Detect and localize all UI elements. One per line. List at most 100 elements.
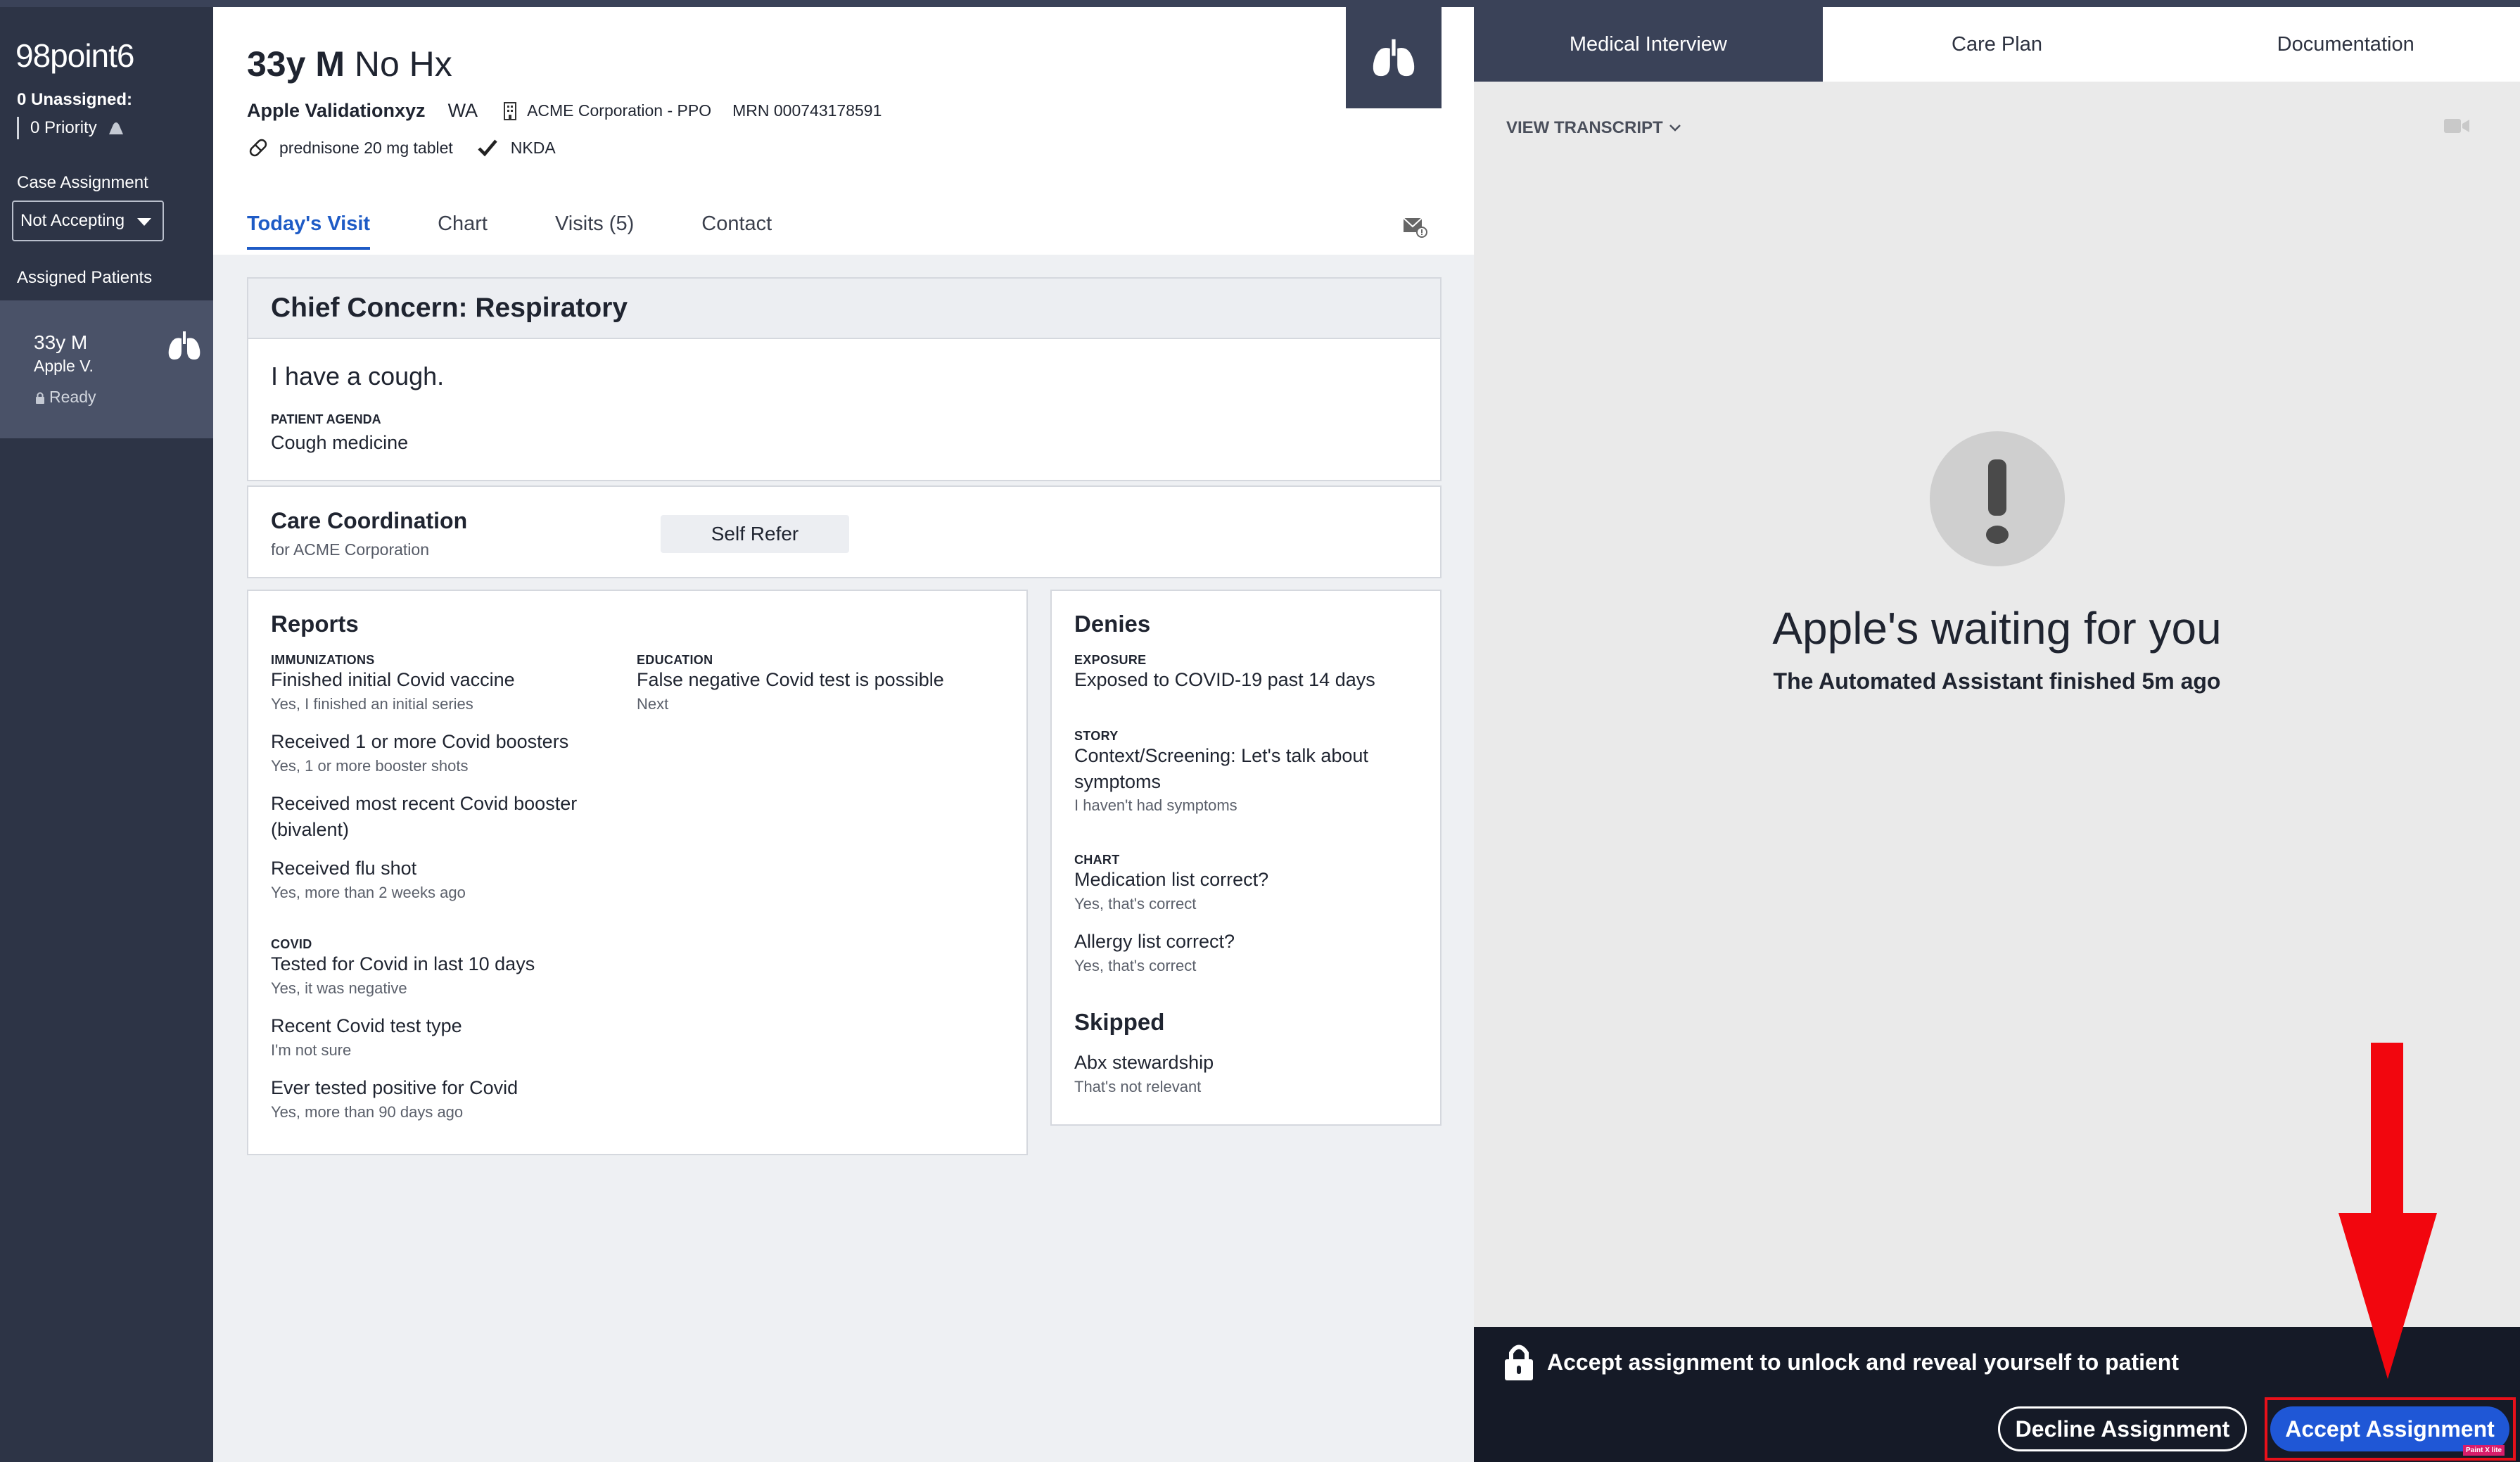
denies-title: Denies — [1074, 611, 1151, 637]
bell-icon — [108, 122, 123, 134]
skipped-answer: That's not relevant — [1074, 1078, 1202, 1095]
video-camera-icon[interactable] — [2443, 115, 2470, 136]
right-panel-tabs: Medical Interview Care Plan Documentatio… — [1474, 7, 2520, 82]
alert-mark-dot — [1986, 526, 2009, 544]
patient-meds-row: prednisone 20 mg tablet NKDA — [247, 136, 556, 159]
patient-state: WA — [447, 100, 478, 121]
tab-todays-visit[interactable]: Today's Visit — [247, 212, 371, 250]
denies-question: Allergy list correct? — [1074, 931, 1235, 952]
view-transcript-toggle[interactable]: VIEW TRANSCRIPT — [1506, 118, 1681, 138]
assignment-message: Accept assignment to unlock and reveal y… — [1547, 1349, 2179, 1375]
patient-title: 33y M No Hx — [247, 44, 452, 84]
care-coordination-subtitle: for ACME Corporation — [271, 540, 429, 559]
lock-icon — [36, 392, 44, 404]
decline-assignment-button[interactable]: Decline Assignment — [1998, 1406, 2247, 1451]
denies-card: Denies EXPOSURE Exposed to COVID-19 past… — [1050, 590, 1442, 1126]
chevron-down-icon — [1669, 125, 1681, 132]
tab-chart[interactable]: Chart — [438, 212, 488, 250]
care-coordination-title: Care Coordination — [271, 508, 468, 533]
skipped-question: Abx stewardship — [1074, 1052, 1214, 1073]
lock-icon — [1505, 1345, 1533, 1380]
alert-icon — [1930, 431, 2065, 566]
report-question: Recent Covid test type — [271, 1015, 462, 1036]
assigned-patients-label: Assigned Patients — [17, 268, 153, 287]
skipped-title: Skipped — [1074, 1009, 1165, 1035]
case-status-value: Not Accepting — [20, 211, 125, 230]
patient-title-hx: No Hx — [354, 44, 452, 84]
chief-concern-card: Chief Concern: Respiratory I have a coug… — [247, 277, 1442, 481]
tab-contact[interactable]: Contact — [701, 212, 772, 250]
patient-full-name: Apple Validationxyz — [247, 100, 426, 121]
patient-mrn: MRN 000743178591 — [732, 101, 882, 120]
report-answer: I'm not sure — [271, 1041, 352, 1059]
report-question: Received 1 or more Covid boosters — [271, 731, 569, 752]
checkmark-icon — [478, 139, 497, 157]
patient-name: Apple V. — [34, 357, 94, 375]
concern-category-badge — [1346, 7, 1442, 108]
annotation-badge: Paint X lite — [2463, 1445, 2505, 1456]
tab-visits[interactable]: Visits (5) — [555, 212, 634, 250]
priority-label: 0 Priority — [30, 118, 97, 137]
unassigned-count: 0 Unassigned: — [17, 90, 133, 109]
view-transcript-label: VIEW TRANSCRIPT — [1506, 118, 1663, 137]
lungs-icon — [1373, 39, 1415, 77]
visit-tabs: Today's Visit Chart Visits (5) Contact — [247, 212, 839, 250]
priority-divider — [17, 117, 19, 139]
caret-down-icon — [137, 218, 151, 226]
top-bar — [0, 0, 2520, 7]
covid-label: COVID — [271, 937, 312, 951]
tab-documentation[interactable]: Documentation — [2171, 7, 2520, 82]
story-label: STORY — [1074, 729, 1119, 743]
report-answer: Yes, I finished an initial series — [271, 695, 473, 713]
denies-answer: Yes, that's correct — [1074, 957, 1197, 974]
case-status-select[interactable]: Not Accepting — [12, 201, 164, 241]
sidebar: 98point6 0 Unassigned: 0 Priority Case A… — [0, 7, 237, 1462]
patient-info-row: Apple Validationxyz WA ACME Corporation … — [247, 100, 882, 122]
patient-status-label: Ready — [49, 388, 96, 406]
patient-insurance: ACME Corporation - PPO — [527, 101, 712, 120]
chief-concern-title: Chief Concern: Respiratory — [248, 279, 1440, 339]
tab-medical-interview[interactable]: Medical Interview — [1474, 7, 1823, 82]
patient-title-age: 33y M — [247, 44, 345, 84]
self-refer-button[interactable]: Self Refer — [661, 515, 849, 553]
tab-care-plan[interactable]: Care Plan — [1823, 7, 2172, 82]
denies-question: Exposed to COVID-19 past 14 days — [1074, 669, 1375, 690]
waiting-subtitle: The Automated Assistant finished 5m ago — [1773, 668, 2221, 694]
reports-card: Reports IMMUNIZATIONS Finished initial C… — [247, 590, 1028, 1155]
report-answer: Yes, more than 2 weeks ago — [271, 884, 466, 901]
report-question: Received most recent Covid booster (biva… — [271, 793, 578, 840]
waiting-title: Apple's waiting for you — [1772, 603, 2222, 654]
annotation-arrow-down-icon — [2338, 1043, 2437, 1379]
report-question: Finished initial Covid vaccine — [271, 669, 515, 690]
mail-alert-icon[interactable] — [1402, 214, 1427, 238]
main-content: 33y M No Hx Apple Validationxyz WA ACME … — [213, 7, 1474, 1462]
patient-medication: prednisone 20 mg tablet — [279, 138, 453, 157]
patient-age-sex: 33y M — [34, 331, 88, 353]
immunizations-label: IMMUNIZATIONS — [271, 653, 375, 667]
chief-concern-text: I have a cough. — [271, 362, 445, 390]
report-answer: Yes, it was negative — [271, 979, 407, 997]
patient-list-item[interactable]: 33y M Apple V. Ready — [0, 300, 237, 438]
priority-count: 0 Priority — [17, 117, 125, 139]
patient-agenda: Cough medicine — [271, 432, 409, 453]
denies-question: Medication list correct? — [1074, 869, 1269, 890]
report-question: Tested for Covid in last 10 days — [271, 953, 535, 974]
report-question: Received flu shot — [271, 858, 417, 879]
pill-icon — [249, 139, 267, 157]
reports-title: Reports — [271, 611, 359, 637]
report-question: Ever tested positive for Covid — [271, 1077, 518, 1098]
patient-allergy: NKDA — [510, 138, 556, 157]
chart-label: CHART — [1074, 853, 1120, 867]
alert-mark-bar — [1988, 459, 2006, 516]
patient-status: Ready — [35, 388, 96, 407]
denies-answer: Yes, that's correct — [1074, 895, 1197, 913]
building-icon — [504, 101, 517, 120]
report-answer: Next — [637, 695, 669, 713]
lungs-icon — [168, 331, 201, 360]
case-assignment-label: Case Assignment — [17, 173, 148, 192]
app-logo: 98point6 — [15, 37, 134, 74]
denies-question: Context/Screening: Let's talk about symp… — [1074, 745, 1368, 792]
patient-header: 33y M No Hx Apple Validationxyz WA ACME … — [213, 7, 1474, 255]
report-answer: Yes, more than 90 days ago — [271, 1103, 464, 1121]
denies-answer: I haven't had symptoms — [1074, 796, 1237, 814]
